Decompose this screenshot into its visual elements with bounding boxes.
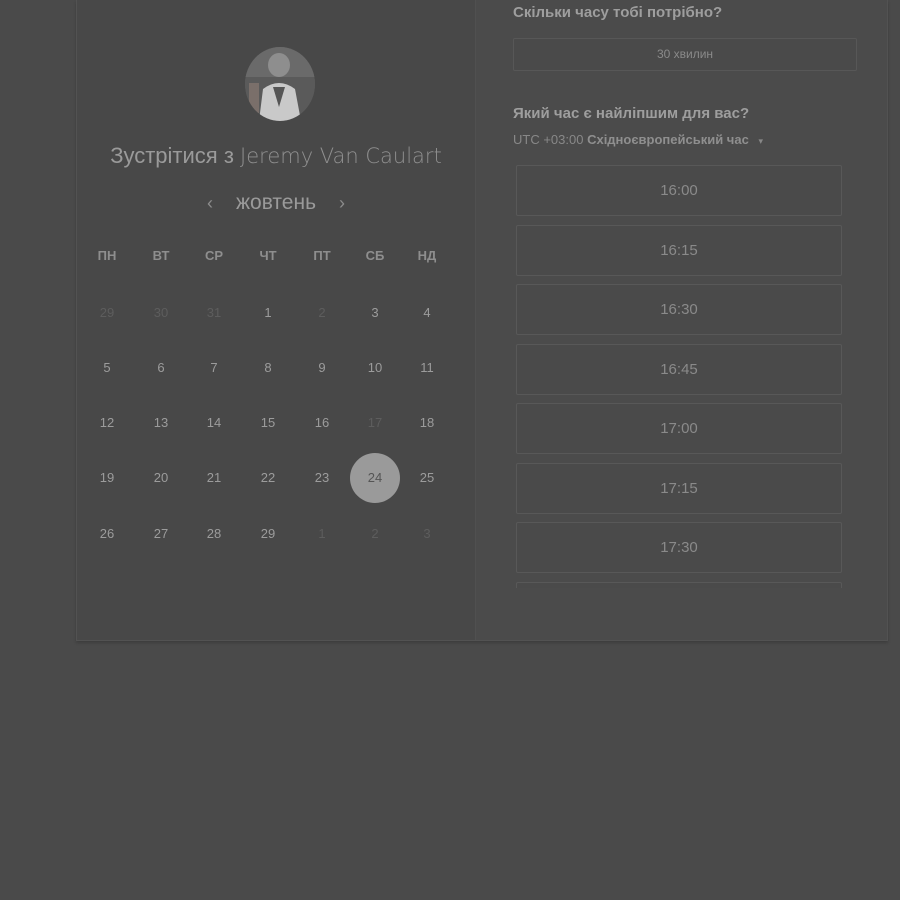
calendar-day[interactable]: 26 bbox=[82, 509, 132, 559]
calendar-day[interactable]: 5 bbox=[82, 343, 132, 393]
time-slot[interactable]: 16:00 bbox=[516, 165, 842, 216]
time-slot[interactable]: 16:30 bbox=[516, 284, 842, 335]
avatar bbox=[245, 47, 315, 121]
duration-question: Скільки часу тобі потрібно? bbox=[513, 4, 723, 21]
calendar-day[interactable]: 12 bbox=[82, 398, 132, 448]
calendar-day[interactable]: 10 bbox=[350, 343, 400, 393]
weekday-label: ВТ bbox=[152, 248, 170, 263]
time-panel: Скільки часу тобі потрібно? 30 хвилин Як… bbox=[513, 0, 857, 640]
calendar-day[interactable]: 11 bbox=[402, 343, 452, 393]
calendar-day[interactable]: 4 bbox=[402, 288, 452, 338]
calendar-day[interactable]: 22 bbox=[243, 453, 293, 503]
calendar-day: 31 bbox=[206, 305, 222, 320]
calendar-day[interactable]: 25 bbox=[402, 453, 452, 503]
calendar-day: 30 bbox=[153, 305, 169, 320]
calendar-day[interactable]: 29 bbox=[243, 509, 293, 559]
calendar-day[interactable]: 21 bbox=[189, 453, 239, 503]
meet-prefix: Зустрітися з bbox=[110, 143, 234, 168]
weekday-header: ПН ВТ СР ЧТ ПТ СБ НД bbox=[77, 248, 475, 268]
weekday-label: СР bbox=[204, 248, 224, 263]
calendar-day[interactable]: 24 bbox=[350, 453, 400, 503]
calendar-day: 3 bbox=[423, 526, 431, 541]
calendar-day[interactable]: 8 bbox=[243, 343, 293, 393]
weekday-label: ПТ bbox=[313, 248, 331, 263]
calendar-day[interactable]: 14 bbox=[189, 398, 239, 448]
time-slot[interactable]: 17:00 bbox=[516, 403, 842, 454]
time-slot[interactable] bbox=[516, 581, 842, 588]
chevron-left-icon[interactable]: ‹ bbox=[202, 193, 218, 214]
calendar-day[interactable]: 1 bbox=[243, 288, 293, 338]
calendar-day: 17 bbox=[367, 415, 383, 430]
month-navigation: ‹ жовтень › bbox=[77, 188, 475, 218]
calendar-day: 2 bbox=[371, 526, 379, 541]
weekday-label: СБ bbox=[365, 248, 385, 263]
chevron-down-icon: ▾ bbox=[758, 136, 763, 146]
calendar-day[interactable]: 23 bbox=[297, 453, 347, 503]
timezone-select[interactable]: UTC +03:00 Східноєвропейський час ▾ bbox=[513, 132, 763, 147]
calendar-day[interactable]: 3 bbox=[350, 288, 400, 338]
calendar-day[interactable]: 9 bbox=[297, 343, 347, 393]
calendar-panel: Зустрітися з Jeremy Van Caulart ‹ жовтен… bbox=[77, 0, 476, 640]
calendar-day[interactable]: 15 bbox=[243, 398, 293, 448]
time-slot[interactable]: 16:15 bbox=[516, 224, 842, 276]
calendar-day[interactable]: 28 bbox=[189, 509, 239, 559]
booking-card: Зустрітися з Jeremy Van Caulart ‹ жовтен… bbox=[76, 0, 888, 641]
host-name: Jeremy Van Caulart bbox=[240, 144, 442, 168]
timezone-offset: UTC +03:00 bbox=[513, 132, 584, 147]
weekday-label: ЧТ bbox=[259, 248, 277, 263]
calendar-day: 29 bbox=[99, 305, 115, 320]
chevron-right-icon[interactable]: › bbox=[334, 193, 350, 214]
time-slot[interactable]: 17:15 bbox=[516, 462, 842, 514]
meeting-title: Зустрітися з Jeremy Van Caulart bbox=[77, 143, 475, 169]
calendar-day[interactable]: 18 bbox=[402, 398, 452, 448]
calendar-day[interactable]: 6 bbox=[136, 343, 186, 393]
calendar-day[interactable]: 20 bbox=[136, 453, 186, 503]
calendar-day: 2 bbox=[318, 305, 326, 320]
calendar-day: 1 bbox=[318, 526, 326, 541]
calendar-day[interactable]: 7 bbox=[189, 343, 239, 393]
month-label: жовтень bbox=[235, 191, 317, 214]
calendar-day[interactable]: 13 bbox=[136, 398, 186, 448]
weekday-label: ПН bbox=[97, 248, 117, 263]
time-slot-list: 16:00 16:15 16:30 16:45 17:00 17:15 17:30 bbox=[516, 164, 844, 588]
weekday-label: НД bbox=[417, 248, 437, 263]
timezone-name: Східноєвропейський час bbox=[587, 132, 749, 147]
time-slot[interactable]: 17:30 bbox=[516, 522, 842, 573]
calendar-day[interactable]: 19 bbox=[82, 453, 132, 503]
time-question: Який час є найліпшим для вас? bbox=[513, 105, 750, 122]
duration-select[interactable]: 30 хвилин bbox=[513, 38, 857, 71]
calendar-day[interactable]: 16 bbox=[297, 398, 347, 448]
calendar-day[interactable]: 27 bbox=[136, 509, 186, 559]
time-slot[interactable]: 16:45 bbox=[516, 343, 842, 395]
